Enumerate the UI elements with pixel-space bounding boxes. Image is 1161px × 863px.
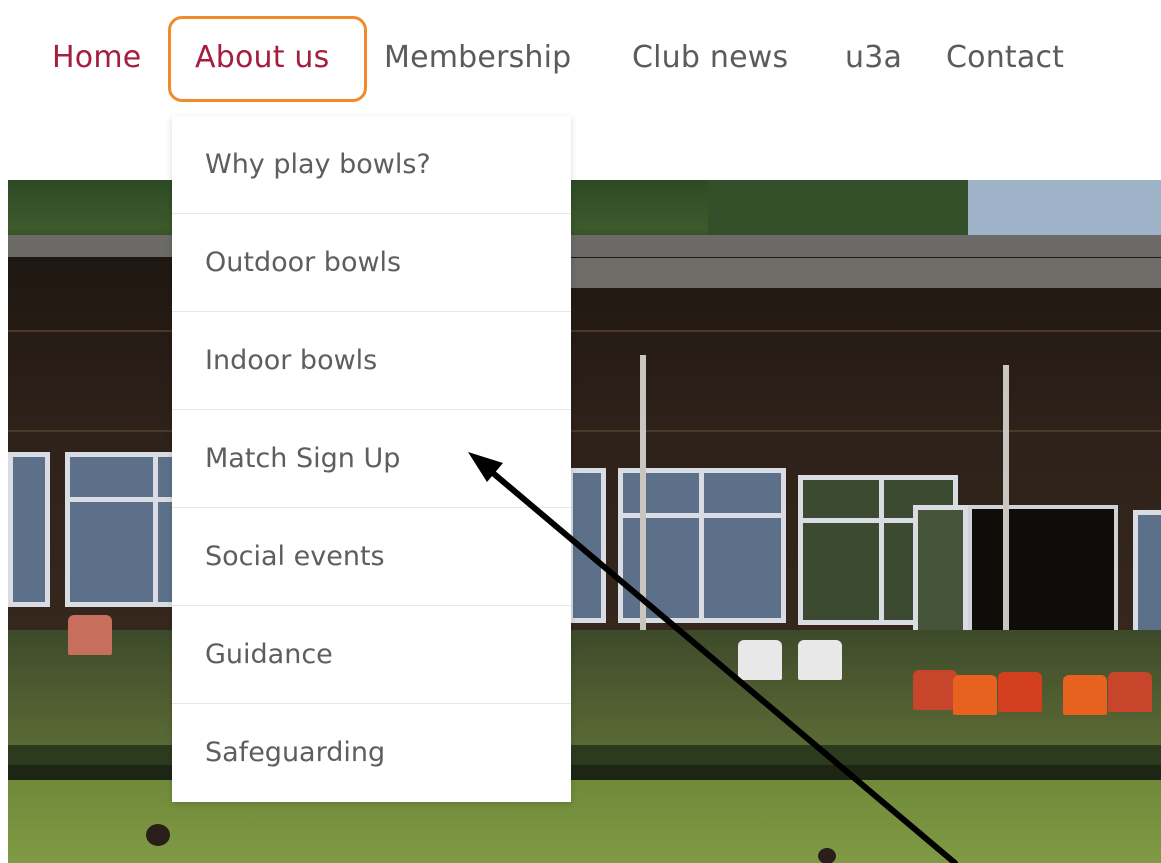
clubhouse-window bbox=[913, 505, 968, 645]
clubhouse-door bbox=[968, 505, 1118, 645]
nav-item-home[interactable]: Home bbox=[52, 36, 141, 80]
dropdown-item-why-play-bowls[interactable]: Why play bowls? bbox=[172, 116, 571, 214]
chair bbox=[913, 670, 957, 710]
clubhouse-window bbox=[568, 468, 606, 623]
bowl bbox=[146, 824, 170, 846]
dropdown-item-guidance[interactable]: Guidance bbox=[172, 606, 571, 704]
dropdown-item-indoor-bowls[interactable]: Indoor bowls bbox=[172, 312, 571, 410]
chair bbox=[953, 675, 997, 715]
main-navigation: Home About us Membership Club news u3a C… bbox=[0, 0, 1161, 120]
clubhouse-window bbox=[1133, 510, 1161, 650]
dropdown-item-safeguarding[interactable]: Safeguarding bbox=[172, 704, 571, 802]
chair bbox=[68, 615, 112, 655]
chair bbox=[1108, 672, 1152, 712]
pole bbox=[1003, 365, 1009, 645]
clubhouse-roof bbox=[568, 258, 1161, 288]
nav-item-contact[interactable]: Contact bbox=[946, 36, 1064, 80]
clubhouse-window bbox=[8, 452, 50, 607]
chair bbox=[798, 640, 842, 680]
pole bbox=[640, 355, 646, 655]
chair bbox=[738, 640, 782, 680]
nav-item-membership[interactable]: Membership bbox=[384, 36, 571, 80]
about-us-dropdown-menu: Why play bowls? Outdoor bowls Indoor bow… bbox=[172, 116, 571, 802]
dropdown-item-outdoor-bowls[interactable]: Outdoor bowls bbox=[172, 214, 571, 312]
nav-item-about-us[interactable]: About us bbox=[195, 36, 329, 80]
dropdown-item-social-events[interactable]: Social events bbox=[172, 508, 571, 606]
bowl bbox=[818, 848, 836, 863]
chair bbox=[1063, 675, 1107, 715]
nav-item-u3a[interactable]: u3a bbox=[845, 36, 902, 80]
dropdown-item-match-sign-up[interactable]: Match Sign Up bbox=[172, 410, 571, 508]
chair bbox=[998, 672, 1042, 712]
nav-item-club-news[interactable]: Club news bbox=[632, 36, 788, 80]
